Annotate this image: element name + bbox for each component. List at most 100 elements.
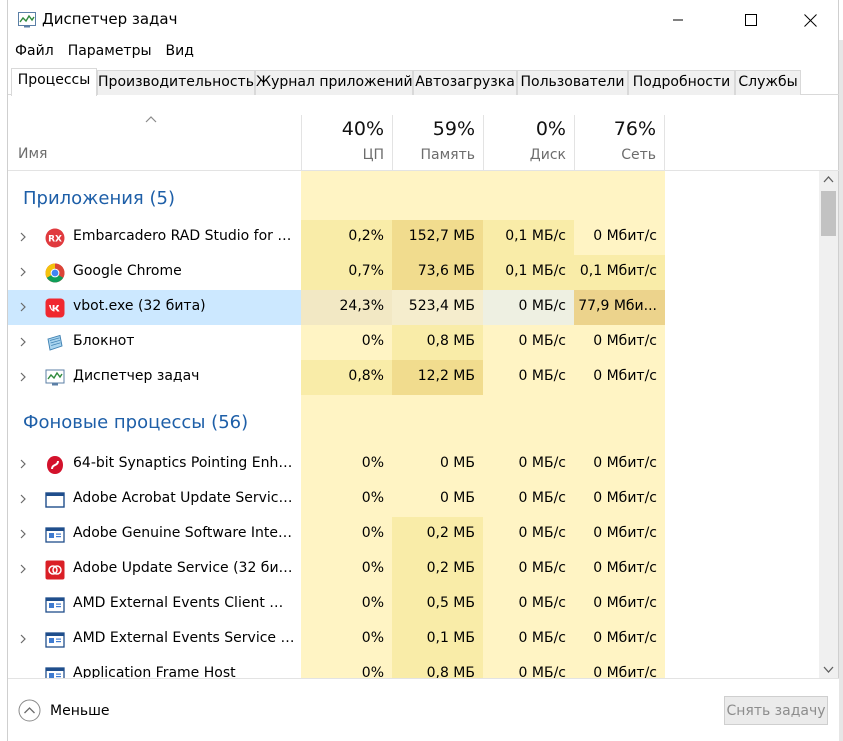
tab-performance[interactable]: Производительность xyxy=(97,70,255,95)
menu-options[interactable]: Параметры xyxy=(61,40,159,64)
process-row[interactable]: Диспетчер задач 0,8% 12,2 МБ 0 МБ/с 0 Мбит/с xyxy=(8,360,819,395)
process-row[interactable]: Блокнот 0% 0,8 МБ 0 МБ/с 0 Мбит/с xyxy=(8,325,819,360)
chevron-right-icon[interactable] xyxy=(18,266,28,278)
memory-cell: 0,5 МБ xyxy=(392,587,483,622)
chevron-right-icon[interactable] xyxy=(18,633,28,645)
memory-cell: 12,2 МБ xyxy=(392,360,483,395)
memory-cell: 0 МБ xyxy=(392,447,483,482)
cpu-cell: 0,7% xyxy=(301,255,392,290)
menu-view[interactable]: Вид xyxy=(159,40,201,64)
group-title: Приложения (5) xyxy=(23,188,175,209)
process-row[interactable]: 64-bit Synaptics Pointing Enhan... 0% 0 МБ… xyxy=(8,447,819,482)
vertical-scrollbar[interactable] xyxy=(819,171,838,678)
tab-details[interactable]: Подробности xyxy=(628,70,735,95)
disk-cell: 0 МБ/с xyxy=(483,587,574,622)
cpu-cell: 24,3% xyxy=(301,290,392,325)
fewer-details-button[interactable]: Меньше xyxy=(18,699,110,722)
memory-cell: 0,2 МБ xyxy=(392,517,483,552)
chevron-right-icon[interactable] xyxy=(18,563,28,575)
footer-bar: Меньше Снять задачу xyxy=(8,678,839,741)
minimize-button[interactable] xyxy=(655,0,701,40)
process-name-cell: Блокнот xyxy=(8,325,301,360)
disk-total-percent: 0% xyxy=(535,118,566,140)
chevron-right-icon[interactable] xyxy=(18,458,28,470)
cpu-cell: 0% xyxy=(301,587,392,622)
chevron-right-icon[interactable] xyxy=(18,231,28,243)
process-name-cell: Adobe Genuine Software Integr... xyxy=(8,517,301,552)
group-title: Фоновые процессы (56) xyxy=(23,412,249,433)
tab-app-history[interactable]: Журнал приложений xyxy=(255,70,413,95)
svg-text:RX: RX xyxy=(48,235,62,245)
chevron-right-icon[interactable] xyxy=(18,371,28,383)
process-row[interactable]: AMD External Events Client Mo... 0% 0,5 МБ… xyxy=(8,587,819,622)
network-cell: 0 Мбит/с xyxy=(574,482,665,517)
process-name: vbot.exe (32 бита) xyxy=(73,298,206,314)
network-cell: 0 Мбит/с xyxy=(574,325,665,360)
tab-startup[interactable]: Автозагрузка xyxy=(413,70,517,95)
tab-services[interactable]: Службы xyxy=(735,70,801,95)
process-name-cell: vbot.exe (32 бита) xyxy=(8,290,301,325)
scroll-down-icon[interactable] xyxy=(823,666,834,674)
disk-cell: 0 МБ/с xyxy=(483,622,574,657)
cpu-cell: 0% xyxy=(301,447,392,482)
network-cell: 0 Мбит/с xyxy=(574,517,665,552)
tab-users[interactable]: Пользователи xyxy=(517,70,628,95)
disk-cell: 0,1 МБ/с xyxy=(483,220,574,255)
group-heat-cell xyxy=(392,395,483,447)
cpu-cell: 0% xyxy=(301,552,392,587)
process-name-cell: AMD External Events Service M... xyxy=(8,622,301,657)
process-row[interactable]: Adobe Genuine Software Integr... 0% 0,2 МБ… xyxy=(8,517,819,552)
disk-cell: 0 МБ/с xyxy=(483,552,574,587)
process-row[interactable]: Adobe Acrobat Update Service ... 0% 0 МБ 0 … xyxy=(8,482,819,517)
process-row[interactable]: RX Embarcadero RAD Studio for W... 0,2% 152… xyxy=(8,220,819,255)
chevron-up-circle-icon xyxy=(18,699,41,722)
maximize-button[interactable] xyxy=(728,0,774,40)
chevron-right-icon[interactable] xyxy=(18,336,28,348)
adobe-cc-icon xyxy=(45,560,65,580)
network-label: Сеть xyxy=(621,147,656,163)
column-network[interactable]: 76% Сеть xyxy=(574,115,665,171)
process-row[interactable]: Adobe Update Service (32 бита) 0% 0,2 МБ 0 … xyxy=(8,552,819,587)
cpu-cell: 0% xyxy=(301,325,392,360)
process-name: Google Chrome xyxy=(73,263,182,279)
column-memory[interactable]: 59% Память xyxy=(392,115,483,171)
end-task-button[interactable]: Снять задачу xyxy=(724,696,828,725)
cpu-cell: 0% xyxy=(301,482,392,517)
disk-cell: 0 МБ/с xyxy=(483,657,574,678)
tab-processes[interactable]: Процессы xyxy=(11,68,97,96)
group-heat-cell xyxy=(574,171,665,220)
menu-file[interactable]: Файл xyxy=(8,40,61,64)
memory-label: Память xyxy=(420,147,476,163)
network-cell: 0 Мбит/с xyxy=(574,447,665,482)
column-disk[interactable]: 0% Диск xyxy=(483,115,574,171)
process-name: 64-bit Synaptics Pointing Enhan... xyxy=(73,455,295,471)
process-row[interactable]: Google Chrome 0,7% 73,6 МБ 0,1 МБ/с 0,1 Мбит… xyxy=(8,255,819,290)
background-window-edge xyxy=(0,125,7,645)
window-title: Диспетчер задач xyxy=(42,10,178,28)
chevron-right-icon[interactable] xyxy=(18,493,28,505)
network-cell: 0 Мбит/с xyxy=(574,360,665,395)
scroll-up-icon[interactable] xyxy=(823,175,834,183)
process-name: Диспетчер задач xyxy=(73,368,200,384)
process-name: Adobe Update Service (32 бита) xyxy=(73,560,295,576)
sort-up-icon xyxy=(145,116,157,123)
process-name: AMD External Events Client Mo... xyxy=(73,595,295,611)
process-row[interactable]: Application Frame Host 0% 0,8 МБ 0 МБ/с 0 Мб… xyxy=(8,657,819,678)
title-bar[interactable]: Диспетчер задач xyxy=(8,0,839,40)
cpu-cell: 0,2% xyxy=(301,220,392,255)
task-manager-window: Диспетчер задач Файл Параметры Вид Проце… xyxy=(7,0,839,741)
process-name-cell: AMD External Events Client Mo... xyxy=(8,587,301,622)
process-name-cell: Диспетчер задач xyxy=(8,360,301,395)
column-cpu[interactable]: 40% ЦП xyxy=(301,115,392,171)
process-row[interactable]: AMD External Events Service M... 0% 0,1 МБ… xyxy=(8,622,819,657)
group-heat-cell xyxy=(301,171,392,220)
notepad-icon xyxy=(47,334,63,351)
scrollbar-thumb[interactable] xyxy=(821,191,836,236)
memory-cell: 0,8 МБ xyxy=(392,325,483,360)
chevron-right-icon[interactable] xyxy=(18,528,28,540)
process-row[interactable]: vbot.exe (32 бита) 24,3% 523,4 МБ 0 МБ/с 77,… xyxy=(8,290,819,325)
chevron-right-icon[interactable] xyxy=(18,301,28,313)
group-heat-cell xyxy=(483,171,574,220)
close-button[interactable] xyxy=(787,0,833,40)
column-name[interactable]: Имя xyxy=(18,146,47,162)
